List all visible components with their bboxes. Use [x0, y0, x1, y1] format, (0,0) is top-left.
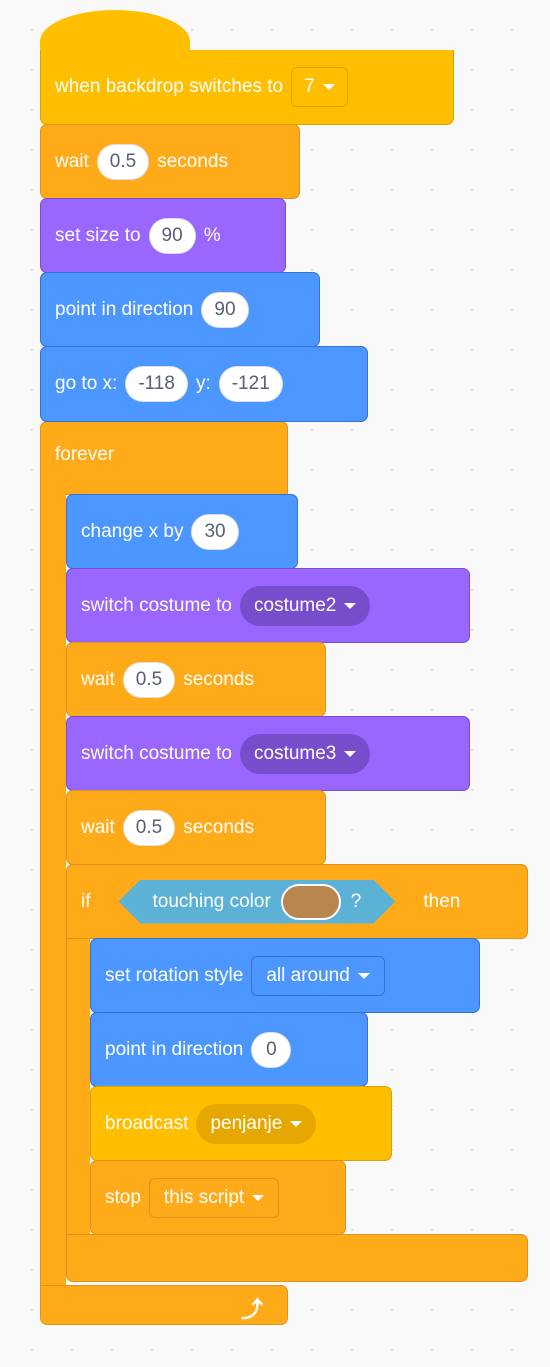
chevron-down-icon — [252, 1194, 265, 1201]
color-swatch[interactable] — [281, 884, 341, 920]
rotation-style-value: all around — [266, 964, 350, 986]
go-to-x-label: go to x: — [55, 373, 118, 394]
broadcast-message-dropdown[interactable]: penjanje — [196, 1103, 317, 1144]
backdrop-value: 7 — [304, 76, 315, 97]
chevron-down-icon — [344, 750, 357, 757]
point-in-direction-block-2[interactable]: point in direction 0 — [90, 1012, 368, 1087]
point-direction-label: point in direction — [105, 1038, 244, 1060]
costume-value: costume2 — [254, 594, 337, 616]
set-size-block[interactable]: set size to 90 % — [40, 198, 286, 273]
forever-label: forever — [55, 444, 115, 465]
change-x-label: change x by — [81, 520, 184, 542]
switch-costume-label: switch costume to — [81, 742, 232, 764]
wait-seconds-input[interactable]: 0.5 — [96, 143, 150, 180]
wait-label: wait — [81, 816, 115, 838]
rotation-style-label: set rotation style — [105, 964, 244, 986]
point-in-direction-block-1[interactable]: point in direction 90 — [40, 272, 320, 347]
touching-color-label: touching color — [152, 890, 271, 912]
point-direction-label: point in direction — [55, 298, 194, 320]
forever-block[interactable]: forever — [40, 421, 288, 495]
question-mark: ? — [350, 890, 362, 912]
if-block[interactable]: if touching color ? then — [66, 864, 528, 939]
if-label: if — [81, 890, 91, 912]
stop-option-value: this script — [163, 1186, 245, 1208]
when-backdrop-switches-block[interactable]: when backdrop switches to 7 — [40, 50, 454, 125]
percent-label: % — [203, 224, 221, 246]
loop-arrow-icon: ⤴ — [241, 1297, 264, 1322]
if-bottom[interactable] — [66, 1234, 528, 1282]
direction-input[interactable]: 90 — [201, 291, 249, 328]
switch-costume-block-2[interactable]: switch costume to costume3 — [66, 716, 470, 791]
backdrop-dropdown[interactable]: 7 — [291, 67, 348, 107]
y-input[interactable]: -121 — [218, 366, 283, 402]
set-size-label: set size to — [55, 224, 141, 246]
chevron-down-icon — [290, 1120, 303, 1127]
x-input[interactable]: -118 — [125, 366, 188, 402]
costume-dropdown[interactable]: costume2 — [240, 585, 371, 626]
stop-label: stop — [105, 1186, 141, 1208]
direction-input[interactable]: 0 — [251, 1031, 292, 1068]
costume-dropdown[interactable]: costume3 — [240, 733, 371, 774]
size-input[interactable]: 90 — [148, 217, 196, 254]
hat-label: when backdrop switches to — [55, 76, 284, 97]
y-label: y: — [195, 373, 211, 394]
forever-bottom[interactable]: ⤴ — [40, 1285, 288, 1325]
then-label: then — [423, 890, 461, 912]
stop-option-dropdown[interactable]: this script — [148, 1177, 280, 1218]
chevron-down-icon — [344, 602, 357, 609]
rotation-style-dropdown[interactable]: all around — [251, 955, 385, 996]
wait-seconds-input[interactable]: 0.5 — [122, 809, 176, 846]
wait-label: wait — [55, 150, 89, 172]
wait-label: wait — [81, 668, 115, 690]
wait-seconds-input[interactable]: 0.5 — [122, 661, 176, 698]
change-x-input[interactable]: 30 — [191, 513, 239, 550]
chevron-down-icon — [322, 84, 335, 90]
forever-arm — [40, 494, 66, 1304]
wait-block-3[interactable]: wait 0.5 seconds — [66, 790, 326, 865]
chevron-down-icon — [357, 972, 370, 979]
stop-block[interactable]: stop this script — [90, 1160, 346, 1235]
go-to-xy-block[interactable]: go to x: -118 y: -121 — [40, 346, 368, 422]
wait-block-2[interactable]: wait 0.5 seconds — [66, 642, 326, 717]
seconds-label: seconds — [157, 150, 228, 172]
wait-block-1[interactable]: wait 0.5 seconds — [40, 124, 300, 199]
set-rotation-style-block[interactable]: set rotation style all around — [90, 938, 480, 1013]
seconds-label: seconds — [183, 816, 254, 838]
switch-costume-block-1[interactable]: switch costume to costume2 — [66, 568, 470, 643]
broadcast-message-value: penjanje — [210, 1112, 283, 1134]
broadcast-label: broadcast — [105, 1112, 189, 1134]
broadcast-block[interactable]: broadcast penjanje — [90, 1086, 392, 1161]
switch-costume-label: switch costume to — [81, 594, 232, 616]
if-arm — [66, 938, 90, 1238]
costume-value: costume3 — [254, 742, 337, 764]
touching-color-condition[interactable]: touching color ? — [119, 880, 396, 924]
change-x-block[interactable]: change x by 30 — [66, 494, 298, 569]
seconds-label: seconds — [183, 668, 254, 690]
